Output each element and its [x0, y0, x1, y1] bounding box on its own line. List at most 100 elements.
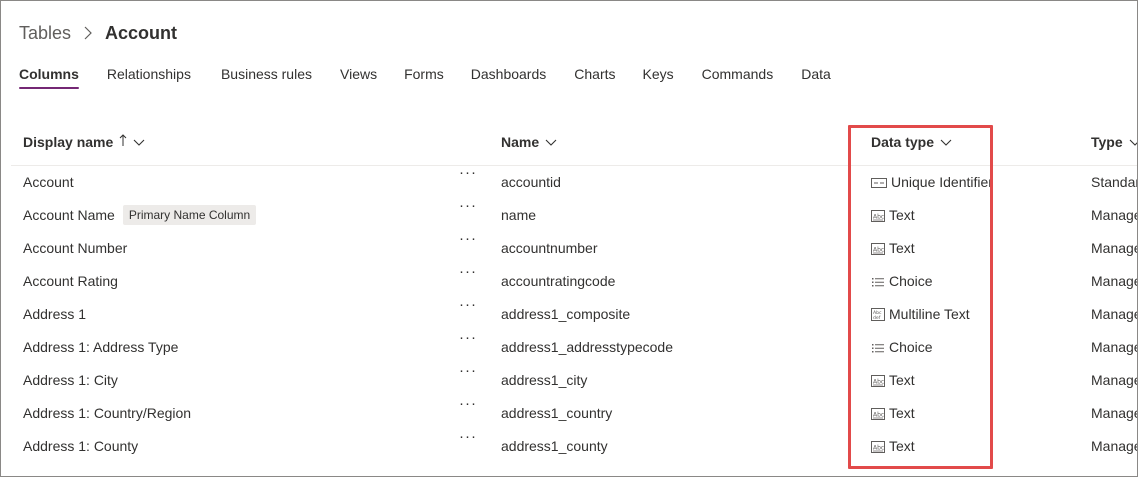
table-row[interactable]: Account Number ··· accountnumber Abc Text Man… [11, 231, 1137, 265]
text-icon: Abc [871, 242, 889, 255]
tab-forms[interactable]: Forms [404, 65, 444, 91]
tab-commands[interactable]: Commands [702, 65, 774, 91]
display-name-cell: Address 1 [23, 298, 86, 331]
data-type-text: Text [889, 240, 915, 256]
text-icon: Abc [871, 209, 889, 222]
data-type-cell: Abc Text [871, 364, 915, 397]
column-header-label: Type [1091, 134, 1123, 150]
more-options-button[interactable]: ··· [454, 429, 482, 452]
chevron-down-icon [1129, 134, 1137, 150]
more-options-button[interactable]: ··· [454, 330, 482, 353]
more-options-button[interactable]: ··· [454, 297, 482, 320]
more-options-button[interactable]: ··· [454, 396, 482, 419]
data-type-text: Choice [889, 273, 933, 289]
schema-name-cell: address1_composite [501, 306, 631, 322]
chevron-down-icon [545, 134, 557, 150]
more-options-button[interactable]: ··· [454, 363, 482, 386]
display-name-text: Account Number [23, 240, 128, 256]
schema-name-cell: address1_city [501, 372, 588, 388]
table-row[interactable]: Address 1: Address Type ··· address1_addre… [11, 330, 1137, 364]
table-row[interactable]: Account ··· accountid Unique Identifier Stan… [11, 165, 1138, 199]
type-cell: Manage [1091, 438, 1138, 454]
table-row[interactable]: Address 1: County ··· address1_county Abc Te… [11, 429, 1138, 463]
column-header-label: Display name [23, 134, 114, 150]
breadcrumb: Tables Account [19, 21, 177, 45]
data-type-cell: Choice [871, 265, 933, 298]
data-type-cell: Abc Text [871, 430, 915, 463]
column-header-display-name[interactable]: Display name [23, 134, 145, 150]
display-name-text: Account [23, 174, 74, 190]
table-row[interactable]: Address 1: Country/Region ··· address1_cou… [11, 396, 1138, 430]
column-header-type[interactable]: Type [1091, 134, 1137, 150]
text-icon: Abc [871, 440, 889, 453]
tab-views[interactable]: Views [340, 65, 377, 91]
data-type-text: Choice [889, 339, 933, 355]
table-row[interactable]: Address 1: City ··· address1_city Abc Text Ma… [11, 363, 1137, 397]
more-options-button[interactable]: ··· [454, 198, 482, 221]
sort-ascending-icon [119, 134, 127, 150]
display-name-text: Account Rating [23, 273, 118, 289]
tab-keys[interactable]: Keys [643, 65, 674, 91]
display-name-cell: Address 1: City [23, 364, 118, 397]
data-type-text: Text [889, 372, 915, 388]
column-header-name[interactable]: Name [501, 134, 557, 150]
table-row[interactable]: Account Rating ··· accountratingcode Choice… [11, 264, 1138, 298]
text-icon: Abc [871, 407, 889, 420]
display-name-cell: Account Rating [23, 265, 118, 298]
chevron-down-icon [940, 134, 952, 150]
multiline-text-icon: Abc def [871, 308, 889, 321]
choice-icon [871, 342, 889, 354]
data-type-cell: Abc Text [871, 199, 915, 232]
type-cell: Standar [1091, 174, 1138, 190]
svg-text:Abc: Abc [873, 444, 884, 451]
type-cell: Manage [1091, 207, 1138, 223]
display-name-cell: Address 1: County [23, 430, 138, 463]
chevron-down-icon [133, 134, 145, 150]
data-type-text: Text [889, 405, 915, 421]
display-name-text: Address 1 [23, 306, 87, 322]
schema-name-cell: address1_country [501, 405, 613, 421]
display-name-text: Address 1: Address Type [23, 339, 179, 355]
display-name-cell: Account Number [23, 232, 127, 265]
display-name-text: Address 1: Country/Region [23, 405, 192, 421]
display-name-cell: Account Name Primary Name Column [23, 199, 257, 232]
display-name-cell: Account [23, 166, 74, 199]
schema-name-cell: name [501, 207, 537, 223]
data-type-cell: Abc Text [871, 397, 915, 430]
column-header-label: Name [501, 134, 540, 150]
svg-text:def: def [873, 315, 881, 321]
table-row[interactable]: Address 1 ··· address1_composite Abc def Mult… [11, 297, 1137, 331]
tab-columns[interactable]: Columns [19, 65, 79, 91]
more-options-button[interactable]: ··· [454, 165, 482, 188]
display-name-text: Address 1: City [23, 372, 118, 388]
data-type-cell: Abc def Multiline Text [871, 298, 970, 331]
primary-name-badge: Primary Name Column [122, 205, 257, 226]
unique-identifier-icon [871, 177, 891, 189]
columns-table: Display name Name Data type Type Account… [11, 121, 1138, 463]
breadcrumb-tables-link[interactable]: Tables [19, 23, 71, 44]
data-type-text: Multiline Text [889, 306, 970, 322]
choice-icon [871, 276, 889, 288]
table-body: Account ··· accountid Unique Identifier Stan… [11, 165, 1138, 463]
tab-dashboards[interactable]: Dashboards [471, 65, 547, 91]
svg-text:Abc: Abc [873, 378, 884, 385]
tab-business-rules[interactable]: Business rules [221, 65, 312, 91]
table-row[interactable]: Account Name Primary Name Column ··· name Ab… [11, 198, 1138, 232]
tab-bar: Columns Relationships Business rules Vie… [19, 65, 831, 91]
display-name-text: Address 1: County [23, 438, 139, 454]
display-name-cell: Address 1: Country/Region [23, 397, 191, 430]
type-cell: Manage [1091, 405, 1138, 421]
tab-data[interactable]: Data [801, 65, 831, 91]
tab-charts[interactable]: Charts [574, 65, 615, 91]
data-type-cell: Unique Identifier [871, 166, 993, 199]
more-options-button[interactable]: ··· [454, 264, 482, 287]
svg-text:Abc: Abc [873, 246, 884, 253]
page-title: Account [105, 22, 178, 43]
display-name-text: Account Name [23, 207, 115, 223]
schema-name-cell: address1_county [501, 438, 608, 454]
chevron-right-icon [77, 22, 99, 44]
more-options-button[interactable]: ··· [454, 231, 482, 254]
tab-relationships[interactable]: Relationships [107, 65, 191, 91]
column-header-data-type[interactable]: Data type [871, 134, 952, 150]
type-cell: Manage [1091, 273, 1138, 289]
